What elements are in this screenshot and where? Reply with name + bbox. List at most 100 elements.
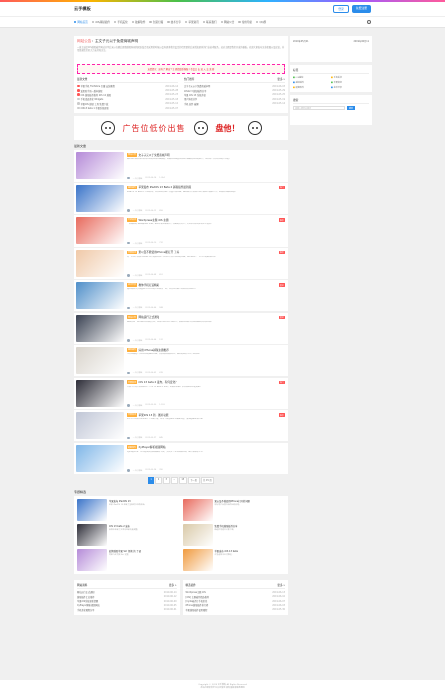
page-link[interactable]: 2 (155, 476, 162, 485)
nav-item[interactable]: 联系我们 (202, 20, 217, 24)
page-link[interactable]: ... (170, 476, 178, 485)
featured-title[interactable]: 伯牌越狱苹果 Siri 切换 的 了调 (109, 549, 141, 553)
nav-item[interactable]: 网站首页 (74, 20, 88, 24)
tag-link[interactable]: iOS越狱 (293, 76, 331, 79)
list-item[interactable]: 苹果越狱插件使用教程 2019-05-30 (186, 608, 286, 612)
post-author[interactable]: 一只小猫咪 (133, 274, 142, 277)
page-link[interactable]: 3 (162, 476, 170, 485)
post-category-badge[interactable]: 苹果资讯 (127, 412, 138, 417)
featured-thumbnail[interactable] (77, 549, 107, 572)
post-card[interactable]: 网站公告 网站运行正式通知 感谢大家一直以来对本站的支持，网站已经正式上线运行，后续… (74, 312, 288, 344)
nav-item[interactable]: 苹果资讯 (185, 20, 199, 24)
post-card[interactable]: 越狱插件 好用 iPhone越狱主题推荐 为大家精选了几款好用的越狱主题，安装简单效… (74, 345, 288, 377)
nav-item[interactable]: 破解软件 (131, 20, 145, 24)
nav-item[interactable]: 手机美化 (113, 20, 128, 24)
featured-item[interactable]: 伯牌越狱苹果 Siri 切换 的 了调 简单几步完成 Siri 设置。 (77, 549, 180, 572)
post-title[interactable]: XyPlayer解析视频网站 (139, 445, 166, 449)
list-item[interactable]: iOS13 beta 1 苹果系统更新 2019-05-07 (77, 106, 178, 110)
post-thumbnail[interactable] (76, 444, 124, 472)
nav-item[interactable]: 技术分享 (167, 20, 181, 24)
post-author[interactable]: 一只小猫咪 (133, 339, 142, 342)
post-title[interactable]: iOS 13 beta 2 发布，有何变化？ (139, 380, 178, 384)
post-author[interactable]: 一只小猫咪 (133, 242, 142, 245)
featured-item[interactable]: 苹果发布 iPadOS 13 苹果 iPadOS 13 带来了全新的多任务体验。 (77, 499, 180, 522)
featured-item[interactable]: 免费手机越狱插件分享 精选实用插件合集下载。 (182, 524, 286, 547)
tag-link[interactable]: 破解软件 (293, 86, 331, 89)
intro-title[interactable]: 网站公告：主文子元以于免费商城声明 (77, 39, 285, 44)
post-category-badge[interactable]: 苹果资讯 (127, 250, 138, 255)
page-link[interactable]: 下一页 (187, 476, 200, 485)
page-link[interactable]: 15 (178, 476, 187, 485)
post-thumbnail[interactable] (76, 379, 124, 407)
tag-link[interactable]: 手机美化 (331, 76, 369, 79)
sidebar-search-button[interactable]: 搜索 (347, 105, 356, 111)
featured-item[interactable]: iOS 13 beta 2 发布 新版本带来了多项改进和功能调整。 (77, 524, 180, 547)
post-card[interactable]: 破解软件 XyPlayer解析视频网站 XyPlayer 是一款功能强大的视频解析工… (74, 442, 288, 474)
post-thumbnail[interactable] (76, 152, 124, 180)
post-card[interactable]: 手机美化 Wordpress主题 iOS 主题 一套精美的 Wordpress 主题… (74, 215, 288, 247)
post-author[interactable]: 一只小猫咪 (133, 469, 142, 472)
post-category-badge[interactable]: 技术分享 (127, 282, 138, 287)
featured-thumbnail[interactable] (182, 499, 213, 522)
post-title[interactable]: 文子子元以于免费商城声明 (139, 153, 170, 157)
post-author[interactable]: 一只小猫咪 (133, 436, 142, 439)
featured-item[interactable]: 果以及不能使用iPhone打开的问题 部分用户反馈升级后出现问题。 (182, 499, 286, 522)
post-thumbnail[interactable] (76, 314, 124, 342)
post-card[interactable]: 技术分享 教你手机打造精彩 通过简单几步设置就可以让你的手机焕然一新，本文将详细介绍… (74, 280, 288, 312)
post-title[interactable]: 果以及不能使用iPhone能打开 了好 (139, 250, 180, 254)
featured-thumbnail[interactable] (182, 549, 213, 572)
list-item[interactable]: 手机 软件 破解 2019-05-14 (184, 102, 285, 106)
featured-title[interactable]: 免费手机越狱插件分享 (215, 524, 238, 528)
post-thumbnail[interactable] (76, 249, 124, 277)
post-category-badge[interactable]: 手机美化 (127, 218, 138, 222)
post-thumbnail[interactable] (76, 412, 124, 440)
post-thumbnail[interactable] (76, 347, 124, 375)
list-item[interactable]: 手机美化教程分享 2019-06-01 (77, 608, 177, 612)
post-category-badge[interactable]: 苹果资讯 (127, 380, 138, 385)
featured-title[interactable]: 苹果发布 iOS 13 beta (215, 549, 238, 553)
post-title[interactable]: 网站运行正式通知 (139, 315, 160, 319)
post-card[interactable]: 苹果资讯 iOS 13 beta 2 发布，有何变化？ 苹果今天向开发者推送了 iO… (74, 377, 288, 409)
post-thumbnail[interactable] (76, 282, 124, 310)
post-title[interactable]: 苹果iOS 13 新 · 图片功能 (139, 413, 169, 417)
post-title[interactable]: 苹果发布 iPadOS 13 Beta 2 越狱插件最新版 (139, 185, 192, 189)
tag-link[interactable]: 越狱插件 (293, 81, 331, 84)
post-title[interactable]: Wordpress主题 iOS 主题 (139, 218, 169, 222)
page-link[interactable]: 1 (147, 476, 155, 485)
post-category-badge[interactable]: 破解软件 (127, 445, 138, 449)
tag-link[interactable]: 技术分享 (331, 86, 369, 89)
hot-more-link[interactable]: 更多 » (277, 77, 285, 81)
post-category-badge[interactable]: 网站公告 (127, 153, 138, 157)
nav-item[interactable]: iOS越狱插件 (91, 20, 110, 24)
post-card[interactable]: 网站公告 文子子元以于免费商城声明 最近我们团队决定发布全新的网站主题模板，新版本在… (74, 150, 288, 182)
bottom-right-more-link[interactable]: 更多 » (277, 583, 285, 587)
post-card[interactable]: 苹果资讯 果以及不能使用iPhone能打开 了好 有一些用户反馈 iPhone 在… (74, 247, 288, 279)
nav-item[interactable]: 常用导航 (238, 20, 252, 24)
featured-title[interactable]: 果以及不能使用iPhone打开的问题 (215, 499, 250, 503)
post-author[interactable]: 一只小猫咪 (133, 306, 142, 309)
bottom-left-more-link[interactable]: 更多 » (169, 583, 177, 587)
tag-link[interactable]: 苹果资讯 (331, 81, 369, 84)
post-category-badge[interactable]: 越狱插件 (127, 185, 138, 190)
post-category-badge[interactable]: 网站公告 (127, 315, 138, 320)
featured-title[interactable]: 苹果发布 iPadOS 13 (109, 499, 146, 503)
nav-item[interactable]: 创意灯箱 (149, 20, 163, 24)
site-logo[interactable]: 云手模板 (74, 6, 91, 12)
login-button[interactable]: 登录 (333, 5, 349, 13)
post-title[interactable]: 好用 iPhone越狱主题推荐 (139, 348, 169, 352)
post-card[interactable]: 越狱插件 苹果发布 iPadOS 13 Beta 2 越狱插件最新版 iPadOS … (74, 182, 288, 215)
post-category-badge[interactable]: 越狱插件 (127, 347, 138, 352)
post-thumbnail[interactable] (76, 217, 124, 245)
sidebar-search-input[interactable]: 请输入搜索关键词 (293, 106, 345, 111)
featured-thumbnail[interactable] (77, 524, 107, 547)
featured-thumbnail[interactable] (182, 524, 213, 547)
register-button[interactable]: 免费注册 (351, 5, 371, 13)
post-thumbnail[interactable] (76, 184, 124, 212)
search-icon[interactable] (367, 20, 371, 24)
nav-item[interactable]: QQ群 (256, 20, 266, 24)
post-card[interactable]: 苹果资讯 苹果iOS 13 新 · 图片功能 iOS 13 对照片应用进行了全面升级… (74, 410, 288, 442)
post-author[interactable]: 一只小猫咪 (133, 371, 142, 374)
featured-title[interactable]: iOS 13 beta 2 发布 (109, 524, 139, 528)
post-author[interactable]: 一只小猫咪 (133, 177, 142, 180)
featured-thumbnail[interactable] (77, 499, 107, 522)
